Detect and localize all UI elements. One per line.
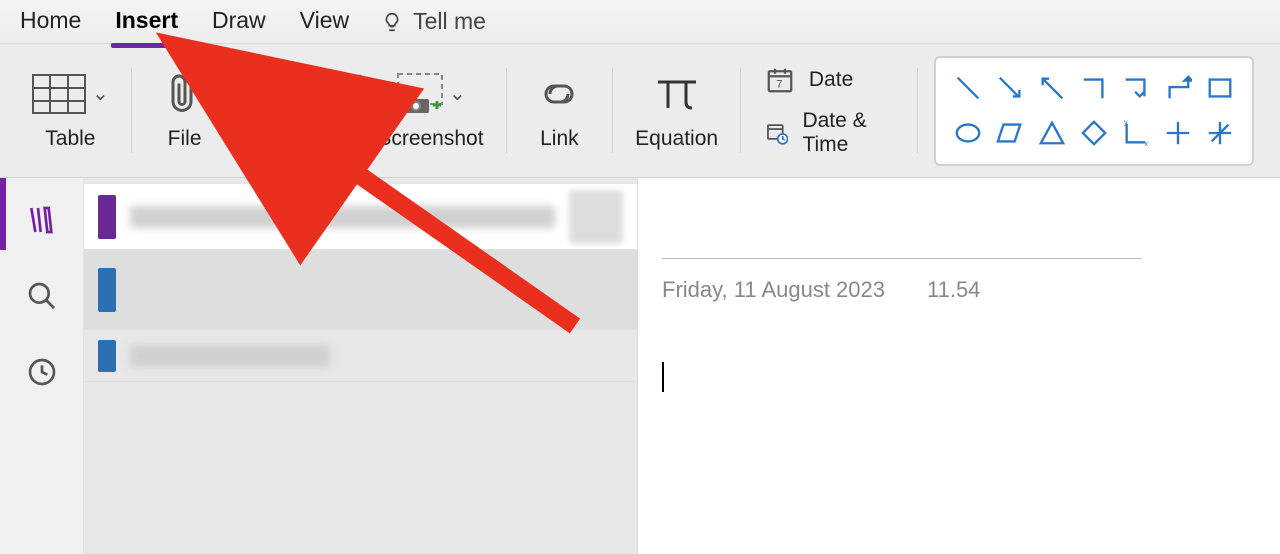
title-underline xyxy=(662,258,1142,259)
printout-label: Printout xyxy=(224,127,296,151)
date-button[interactable]: 7 Date xyxy=(765,65,893,95)
table-label: Table xyxy=(45,127,95,151)
link-button[interactable]: Link xyxy=(524,62,594,159)
tab-view[interactable]: View xyxy=(298,3,351,40)
calendar-clock-icon xyxy=(765,118,789,148)
xy-axes-icon[interactable]: yx xyxy=(1122,118,1150,148)
screenshot-label: Screenshot xyxy=(377,127,483,151)
svg-text:7: 7 xyxy=(776,78,782,90)
search-button[interactable] xyxy=(20,274,64,318)
ribbon-group-shapes: yx xyxy=(918,52,1270,169)
page-list-item[interactable] xyxy=(84,250,637,330)
triangle-shape-icon[interactable] xyxy=(1038,118,1066,148)
tab-insert[interactable]: Insert xyxy=(113,3,180,40)
tell-me-label: Tell me xyxy=(413,8,486,35)
notebooks-button[interactable] xyxy=(20,198,64,242)
ribbon-group-attach: File Printout Picture xyxy=(132,52,506,169)
3d-axes-icon[interactable] xyxy=(1206,118,1234,148)
tab-draw[interactable]: Draw xyxy=(210,3,268,40)
printout-button[interactable]: Printout xyxy=(220,62,300,159)
svg-text:x: x xyxy=(1144,139,1148,148)
rectangle-shape-icon[interactable] xyxy=(1206,73,1234,103)
date-time-button[interactable]: Date & Time xyxy=(765,109,893,157)
equation-button[interactable]: Equation xyxy=(631,62,722,159)
shapes-gallery[interactable]: yx xyxy=(934,56,1254,166)
parallelogram-shape-icon[interactable] xyxy=(996,118,1024,148)
calendar-icon: 7 xyxy=(765,65,795,95)
screenshot-icon xyxy=(395,66,445,121)
equation-label: Equation xyxy=(635,127,718,151)
page-list-item[interactable] xyxy=(84,330,637,382)
date-time-label: Date & Time xyxy=(802,109,893,157)
note-time: 11.54 xyxy=(927,277,980,303)
chevron-down-icon: ⌄ xyxy=(92,81,109,106)
link-icon xyxy=(532,66,586,121)
paperclip-icon xyxy=(167,66,203,121)
line-shape-icon[interactable] xyxy=(954,73,982,103)
lightbulb-icon xyxy=(381,11,403,33)
note-canvas[interactable]: Friday, 11 August 2023 11.54 xyxy=(638,178,1280,554)
content-area: Friday, 11 August 2023 11.54 xyxy=(0,178,1280,554)
svg-text:y: y xyxy=(1124,118,1128,127)
cross-axes-icon[interactable] xyxy=(1164,118,1192,148)
connector-elbow-icon[interactable] xyxy=(1164,73,1192,103)
picture-button[interactable]: Picture xyxy=(300,62,373,159)
ribbon-group-equation: Equation xyxy=(613,52,740,169)
ribbon-group-datetime: 7 Date Date & Time xyxy=(741,52,917,169)
diamond-shape-icon[interactable] xyxy=(1080,118,1108,148)
tell-me-search[interactable]: Tell me xyxy=(381,8,486,35)
arrow-nw-icon[interactable] xyxy=(1038,73,1066,103)
clock-icon xyxy=(26,356,58,388)
file-button[interactable]: File xyxy=(150,62,220,159)
notebooks-icon xyxy=(26,204,58,236)
menu-tab-bar: Home Insert Draw View Tell me xyxy=(0,0,1280,44)
picture-label: Picture xyxy=(304,127,369,151)
file-label: File xyxy=(168,127,202,151)
table-button[interactable]: ⌄ Table xyxy=(28,62,113,159)
date-label: Date xyxy=(809,68,853,92)
tab-home[interactable]: Home xyxy=(18,3,83,40)
search-icon xyxy=(26,280,58,312)
picture-icon xyxy=(312,66,362,121)
note-date: Friday, 11 August 2023 xyxy=(662,277,885,303)
arrow-se-icon[interactable] xyxy=(996,73,1024,103)
printout-icon xyxy=(240,66,280,121)
elbow-arrow-icon[interactable] xyxy=(1122,73,1150,103)
page-list-item[interactable] xyxy=(84,184,637,250)
elbow-right-icon[interactable] xyxy=(1080,73,1108,103)
recent-button[interactable] xyxy=(20,350,64,394)
ellipse-shape-icon[interactable] xyxy=(954,118,982,148)
page-list xyxy=(84,178,638,554)
link-label: Link xyxy=(540,127,579,151)
chevron-down-icon: ⌄ xyxy=(449,81,466,106)
insert-ribbon: ⌄ Table File Printout xyxy=(0,44,1280,178)
screenshot-button[interactable]: ⌄ Screenshot xyxy=(373,62,487,159)
table-icon xyxy=(32,66,86,121)
ribbon-group-link: Link xyxy=(506,52,612,169)
ribbon-group-table: ⌄ Table xyxy=(10,52,131,169)
pi-icon xyxy=(652,66,702,121)
left-sidebar xyxy=(0,178,84,554)
text-cursor xyxy=(662,362,664,392)
